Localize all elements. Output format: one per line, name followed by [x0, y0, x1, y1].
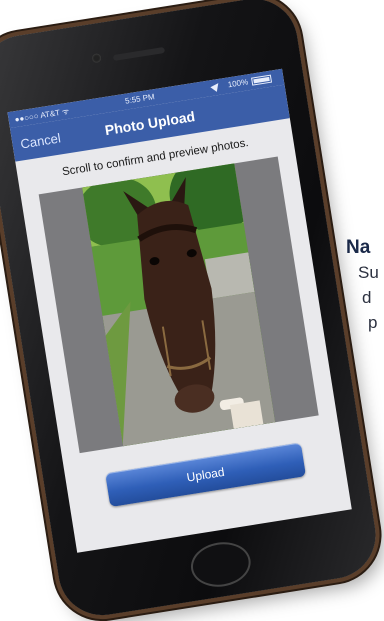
battery-percent: 100% — [227, 77, 249, 90]
status-time: 5:55 PM — [124, 92, 156, 106]
side-line-2: d — [362, 288, 372, 307]
phone-body: ●●○○○ AT&T ᯤ 5:55 PM 100% Cancel Photo U… — [0, 0, 382, 621]
front-camera — [91, 53, 102, 64]
side-line-1: Su — [358, 263, 379, 282]
horse-photo[interactable] — [82, 163, 276, 447]
side-text-block: Na Su d p — [346, 236, 384, 335]
horse-photo-image — [82, 163, 276, 447]
battery-icon — [251, 74, 273, 86]
side-line-3: p — [368, 313, 378, 332]
home-button[interactable] — [187, 538, 254, 591]
side-heading: Na — [346, 237, 371, 258]
photo-preview-area[interactable] — [38, 156, 319, 454]
phone-screen: ●●○○○ AT&T ᯤ 5:55 PM 100% Cancel Photo U… — [7, 68, 352, 553]
earpiece-speaker — [112, 46, 166, 62]
upload-button[interactable]: Upload — [105, 442, 307, 508]
location-icon — [210, 80, 222, 92]
phone-mockup: ●●○○○ AT&T ᯤ 5:55 PM 100% Cancel Photo U… — [0, 0, 382, 621]
